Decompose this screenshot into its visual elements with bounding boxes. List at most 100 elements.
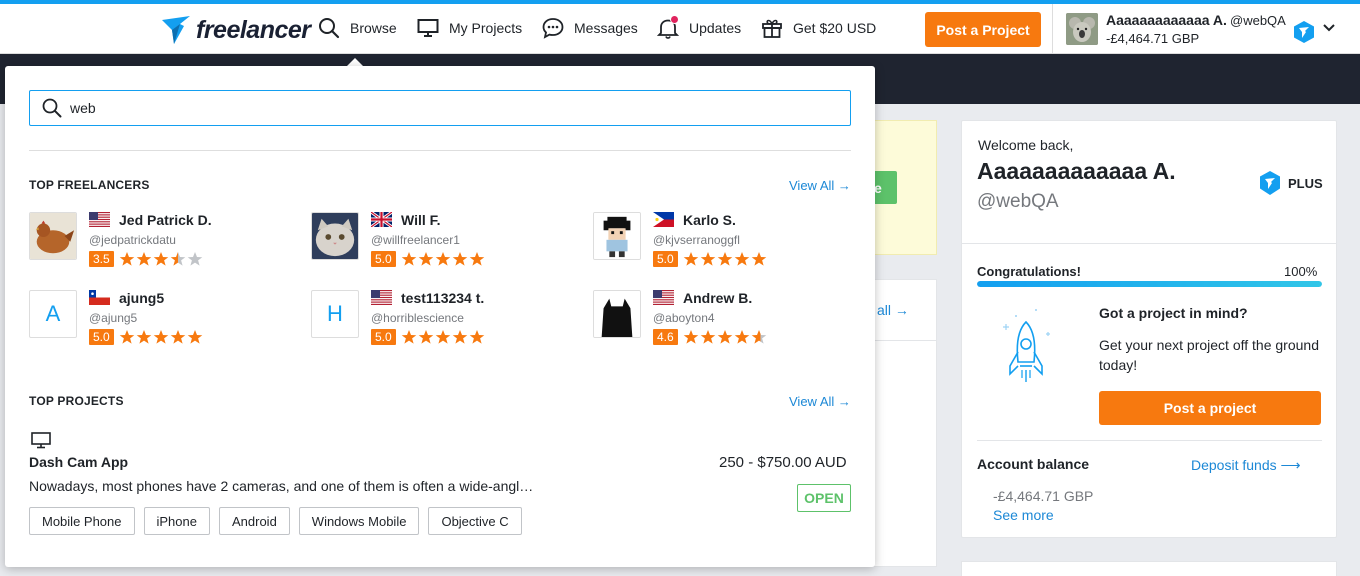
freelancer-name[interactable]: Jed Patrick D. bbox=[119, 212, 212, 228]
search-input[interactable] bbox=[70, 100, 770, 116]
account-balance-value: -£4,464.71 GBP bbox=[993, 488, 1094, 504]
nav-updates-label: Updates bbox=[689, 20, 742, 36]
star-icon bbox=[717, 330, 733, 344]
skill-tag[interactable]: Android bbox=[218, 507, 290, 535]
freelancer-handle: @willfreelancer1 bbox=[371, 233, 460, 247]
country-flag-icon bbox=[653, 212, 674, 227]
freelancer-handle: @jedpatrickdatu bbox=[89, 233, 176, 247]
freelancer-card[interactable]: Andrew B. @aboyton4 4.6 bbox=[593, 290, 853, 350]
search-icon bbox=[42, 98, 62, 118]
dropdown-divider bbox=[29, 150, 851, 151]
account-balance-label: Account balance bbox=[977, 456, 1090, 472]
chat-icon bbox=[542, 18, 564, 39]
star-icon bbox=[751, 252, 767, 266]
nav-get-20-usd[interactable]: Get $20 USD bbox=[761, 17, 876, 39]
freelancer-card[interactable]: Jed Patrick D. @jedpatrickdatu 3.5 bbox=[29, 212, 289, 272]
congrats-label: Congratulations! bbox=[977, 264, 1081, 279]
project-status-badge: OPEN bbox=[797, 484, 851, 512]
chevron-down-icon[interactable] bbox=[1323, 24, 1335, 32]
nav-messages[interactable]: Messages bbox=[542, 17, 638, 39]
star-icon bbox=[683, 330, 699, 344]
rating-badge: 5.0 bbox=[89, 329, 114, 345]
freelancer-avatar[interactable] bbox=[593, 290, 641, 338]
plus-membership-badge[interactable]: PLUS bbox=[1258, 170, 1323, 196]
feed-view-all-link[interactable]: all → bbox=[877, 302, 909, 318]
rating-badge: 3.5 bbox=[89, 251, 114, 267]
view-all-freelancers-link[interactable]: View All → bbox=[789, 178, 851, 193]
freelancer-avatar[interactable] bbox=[29, 212, 77, 260]
secondary-panel bbox=[961, 561, 1337, 576]
monitor-icon bbox=[417, 19, 439, 37]
account-avatar[interactable] bbox=[1066, 13, 1098, 45]
star-rating bbox=[119, 251, 204, 267]
panel-divider bbox=[962, 243, 1336, 244]
freelancer-card[interactable]: Htest113234 t. @horriblescience 5.0 bbox=[311, 290, 571, 350]
skill-tag[interactable]: Windows Mobile bbox=[298, 507, 420, 535]
star-rating bbox=[401, 251, 486, 267]
project-title[interactable]: Dash Cam App bbox=[29, 454, 128, 470]
skill-tag[interactable]: Mobile Phone bbox=[29, 507, 135, 535]
freelancer-name[interactable]: Will F. bbox=[401, 212, 441, 228]
monitor-icon bbox=[31, 432, 51, 449]
rocket-icon bbox=[1003, 309, 1050, 382]
freelancer-name[interactable]: Andrew B. bbox=[683, 290, 752, 306]
skill-tag[interactable]: Objective C bbox=[428, 507, 522, 535]
freelancer-card[interactable]: Karlo S. @kjvserranoggfl 5.0 bbox=[593, 212, 853, 272]
freelancer-avatar[interactable] bbox=[593, 212, 641, 260]
freelancer-avatar[interactable]: H bbox=[311, 290, 359, 338]
freelancer-card[interactable]: Aajung5 @ajung5 5.0 bbox=[29, 290, 289, 350]
nav-browse[interactable]: Browse bbox=[318, 17, 397, 39]
star-icon bbox=[751, 330, 767, 344]
sidebar-post-project-button[interactable]: Post a project bbox=[1099, 391, 1321, 425]
welcome-text: Welcome back, bbox=[978, 137, 1074, 153]
account-balance: -£4,464.71 GBP bbox=[1106, 31, 1200, 46]
star-icon bbox=[700, 252, 716, 266]
star-icon bbox=[683, 252, 699, 266]
star-icon bbox=[136, 252, 152, 266]
star-icon bbox=[187, 252, 203, 266]
star-icon bbox=[170, 252, 186, 266]
profile-name[interactable]: Aaaaaaaaaaaaa A. bbox=[977, 158, 1176, 185]
bird-logo-icon bbox=[162, 16, 190, 44]
star-rating bbox=[683, 329, 768, 345]
freelancer-avatar[interactable]: A bbox=[29, 290, 77, 338]
freelancer-handle: @horriblescience bbox=[371, 311, 464, 325]
star-icon bbox=[734, 330, 750, 344]
star-rating bbox=[119, 329, 204, 345]
freelancer-name[interactable]: Karlo S. bbox=[683, 212, 736, 228]
plus-shield-icon bbox=[1260, 171, 1280, 195]
country-flag-icon bbox=[371, 290, 392, 305]
account-name[interactable]: Aaaaaaaaaaaaa A. bbox=[1106, 12, 1227, 28]
search-field[interactable] bbox=[29, 90, 851, 126]
freelancer-name[interactable]: test113234 t. bbox=[401, 290, 484, 306]
account-divider bbox=[1052, 4, 1053, 54]
nav-get-20-usd-label: Get $20 USD bbox=[793, 20, 877, 36]
updates-notification-dot bbox=[670, 15, 679, 24]
freelancer-avatar[interactable] bbox=[311, 212, 359, 260]
deposit-funds-link[interactable]: Deposit funds ⟶ bbox=[1191, 457, 1301, 474]
nav-my-projects[interactable]: My Projects bbox=[417, 17, 522, 39]
star-icon bbox=[435, 330, 451, 344]
post-project-button[interactable]: Post a Project bbox=[925, 12, 1041, 47]
freelancer-handle: @kjvserranoggfl bbox=[653, 233, 740, 247]
freelancer-card[interactable]: Will F. @willfreelancer1 5.0 bbox=[311, 210, 571, 272]
see-more-link[interactable]: See more bbox=[993, 507, 1054, 523]
freelancer-name[interactable]: ajung5 bbox=[119, 290, 164, 306]
star-icon bbox=[452, 330, 468, 344]
account-summary-panel: Welcome back, Aaaaaaaaaaaaa A. @webQA PL… bbox=[961, 120, 1337, 538]
star-icon bbox=[119, 330, 135, 344]
star-icon bbox=[418, 252, 434, 266]
view-all-projects-link[interactable]: View All → bbox=[789, 394, 851, 409]
star-icon bbox=[734, 252, 750, 266]
freelancer-logo[interactable]: freelancer bbox=[160, 14, 311, 46]
skill-tag[interactable]: iPhone bbox=[143, 507, 210, 535]
country-flag-icon bbox=[89, 290, 110, 305]
star-rating bbox=[401, 329, 486, 345]
star-rating bbox=[683, 251, 768, 267]
project-prompt-text: Get your next project off the ground tod… bbox=[1099, 337, 1319, 373]
star-icon bbox=[717, 252, 733, 266]
project-prompt-title: Got a project in mind? bbox=[1099, 305, 1248, 321]
nav-updates[interactable]: Updates bbox=[657, 15, 742, 39]
rating-badge: 4.6 bbox=[653, 329, 678, 345]
star-icon bbox=[401, 252, 417, 266]
